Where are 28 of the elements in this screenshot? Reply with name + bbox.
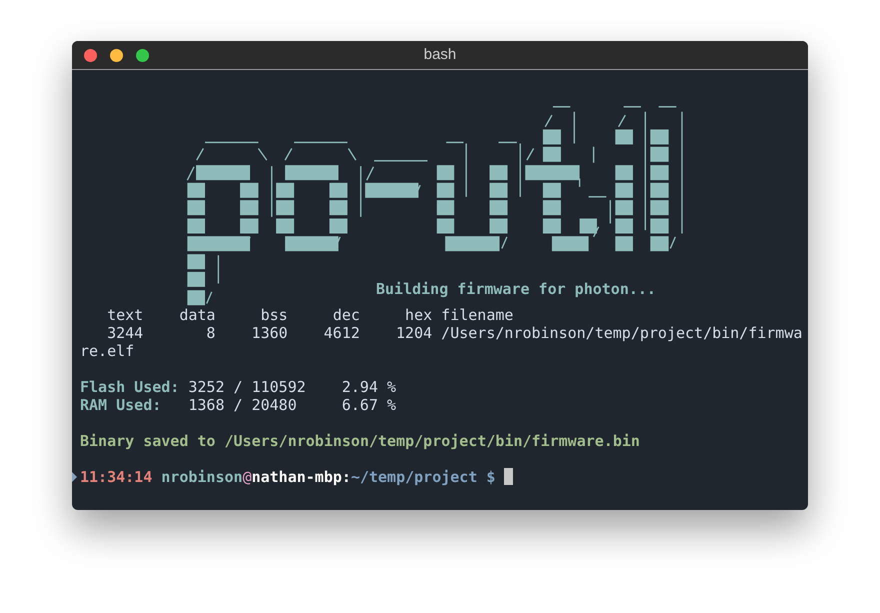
memory-usage: 3252 / 110592 [188, 378, 307, 396]
column-header: data [178, 306, 216, 324]
triangle-icon [72, 472, 77, 482]
memory-label: RAM Used: [80, 396, 162, 414]
table-row: 3244 8 1360 4612 1204 /Users/nrobinson/temp/project/bin/firmware.elf [80, 324, 802, 360]
minimize-button[interactable] [110, 49, 123, 62]
text-cursor [504, 468, 514, 485]
column-header: bss [260, 306, 288, 324]
column-header: hex [404, 306, 432, 324]
column-header: dec [332, 306, 360, 324]
window-title: bash [424, 44, 456, 65]
memory-percent: 6.67 % [342, 396, 396, 414]
close-button[interactable] [84, 49, 97, 62]
prompt-host: nathan-mbp [252, 468, 342, 486]
zoom-button[interactable] [136, 49, 149, 62]
prompt-separator: : [342, 468, 351, 486]
memory-percent: 2.94 % [342, 378, 396, 396]
prompt-at: @ [242, 468, 252, 486]
memory-usage: 1368 / 20480 [188, 396, 298, 414]
status-message: Building firmware for photon... [376, 280, 656, 298]
status-message: Binary saved to /Users/nrobinson/temp/project/bin/firmware.bin [80, 432, 640, 450]
prompt-time: 11:34:14 [80, 468, 152, 486]
memory-label: Flash Used: [80, 378, 180, 396]
column-header: text [106, 306, 144, 324]
prompt-user: nrobinson [161, 468, 243, 486]
prompt-path: ~/temp/project [350, 468, 478, 486]
column-header: filename [441, 306, 514, 324]
prompt-symbol: $ [486, 468, 496, 486]
